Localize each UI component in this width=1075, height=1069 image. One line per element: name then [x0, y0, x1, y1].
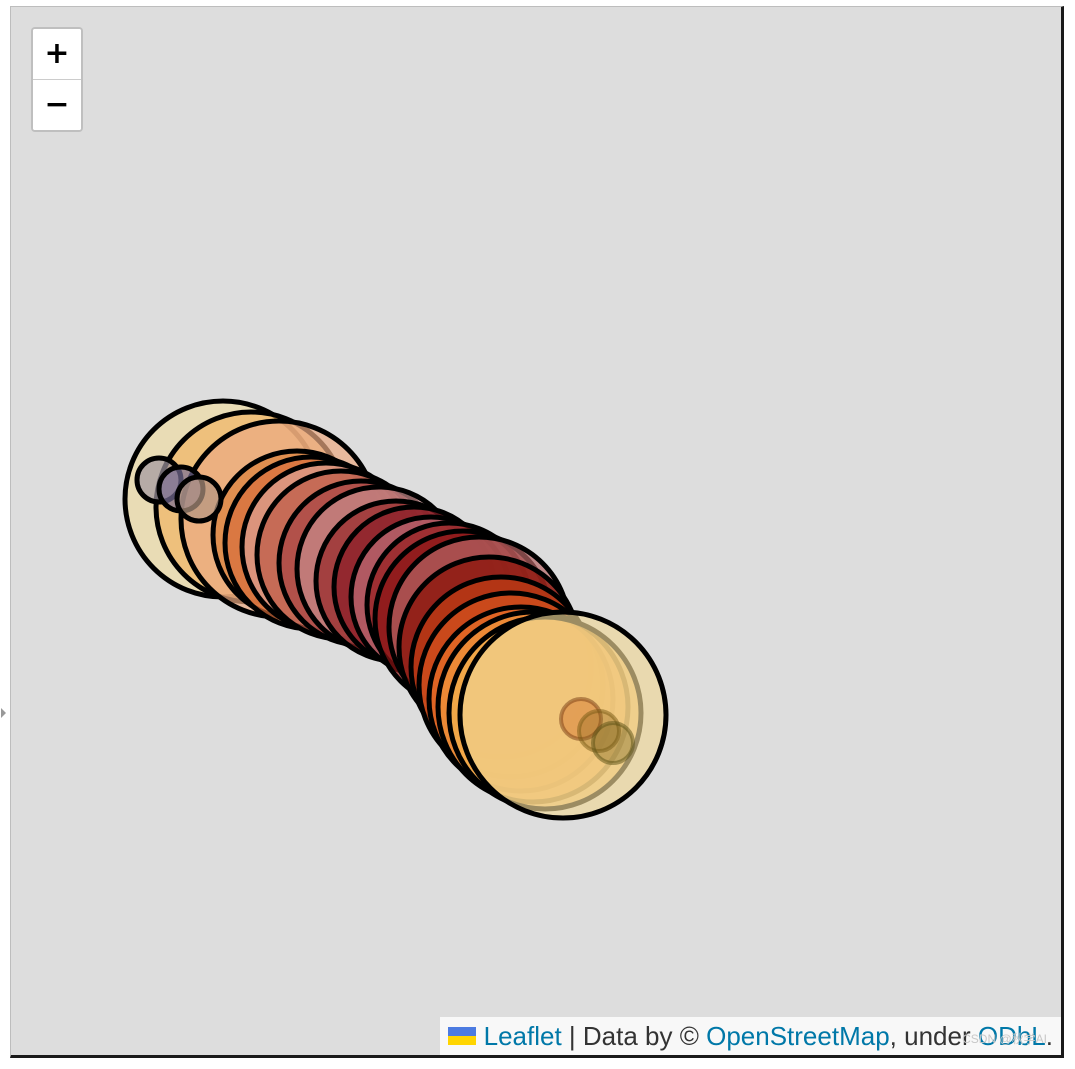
openstreetmap-link[interactable]: OpenStreetMap — [706, 1021, 890, 1051]
watermark-text: CSDN @秋学AI — [962, 1032, 1047, 1046]
zoom-out-button[interactable]: − — [33, 80, 81, 130]
zoom-in-button[interactable]: + — [33, 29, 81, 80]
map-container[interactable]: + − Leaflet | Data by © OpenStreetMap, u… — [10, 6, 1064, 1058]
circle-marker[interactable] — [591, 721, 635, 765]
zoom-control: + − — [31, 27, 83, 132]
circle-marker[interactable] — [174, 474, 224, 524]
ukraine-flag-icon — [447, 1027, 476, 1046]
collapse-arrow-icon — [1, 708, 6, 718]
attribution-separator: | Data by © — [561, 1021, 707, 1051]
circle-markers-layer — [122, 398, 669, 821]
leaflet-link[interactable]: Leaflet — [484, 1021, 562, 1051]
